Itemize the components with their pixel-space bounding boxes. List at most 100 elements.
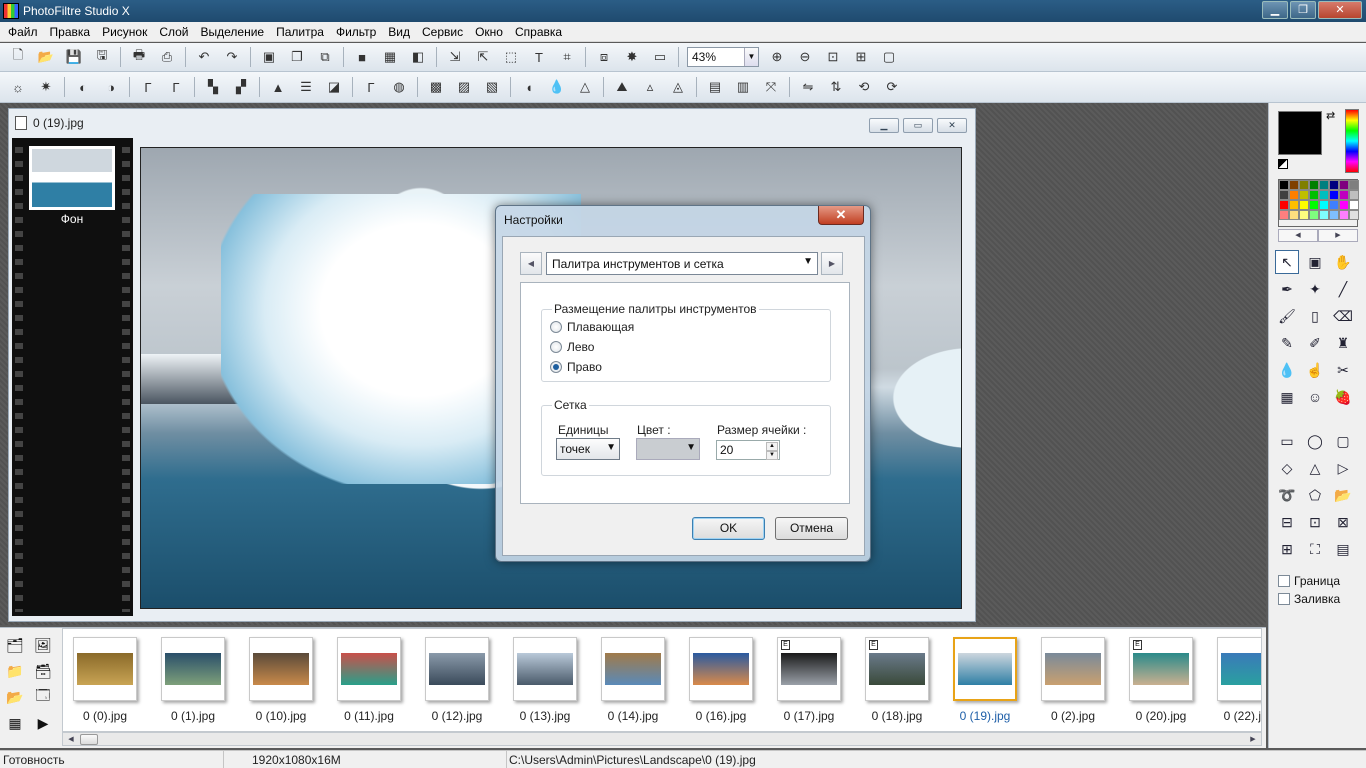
line-icon[interactable]: ╱: [1331, 277, 1355, 301]
invert-icon[interactable]: ◧: [407, 46, 429, 68]
border-option[interactable]: Граница: [1278, 574, 1340, 588]
prev-section-button[interactable]: ◀: [520, 252, 542, 275]
pattern-2-icon[interactable]: ▨: [453, 76, 475, 98]
crop-frame-icon[interactable]: ⛶: [1303, 537, 1327, 561]
fit-height-icon[interactable]: ⊞: [1275, 537, 1299, 561]
radio-left[interactable]: Лево: [550, 340, 594, 354]
sharpen-icon[interactable]: △: [574, 76, 596, 98]
doc-close-button[interactable]: ✕: [937, 118, 967, 133]
transform-icon[interactable]: ⤧: [760, 76, 782, 98]
saturation-minus-icon[interactable]: ▚: [202, 76, 224, 98]
thumbnail-card[interactable]: [161, 637, 225, 701]
stamp-icon[interactable]: ♜: [1331, 331, 1355, 355]
grayscale-icon[interactable]: ■: [351, 46, 373, 68]
threshold-icon[interactable]: ◪: [323, 76, 345, 98]
palette-prev-button[interactable]: ◀: [1278, 229, 1318, 242]
pattern-1-icon[interactable]: ▩: [425, 76, 447, 98]
color-swatch[interactable]: [1349, 180, 1359, 190]
fill-checkbox[interactable]: [1278, 593, 1290, 605]
color-swatch[interactable]: [1349, 210, 1359, 220]
thumbnail-card[interactable]: [513, 637, 577, 701]
color-swatch[interactable]: [1289, 180, 1299, 190]
color-swatch[interactable]: [1289, 200, 1299, 210]
gamma-plus-icon[interactable]: Γ: [165, 76, 187, 98]
reset-colors-icon[interactable]: [1278, 159, 1288, 169]
open-image-icon[interactable]: 🖼: [32, 634, 54, 656]
color-swatch[interactable]: [1299, 210, 1309, 220]
portrait-icon[interactable]: ☺: [1303, 385, 1327, 409]
layers-icon[interactable]: ⧈: [593, 46, 615, 68]
stepper-down-button[interactable]: ▼: [766, 451, 778, 460]
copy-icon[interactable]: ❐: [286, 46, 308, 68]
menu-tools[interactable]: Сервис: [416, 25, 469, 39]
save-as-icon[interactable]: 🖫: [91, 46, 113, 68]
color-swatch[interactable]: [1279, 180, 1289, 190]
radio-button-selected[interactable]: [550, 361, 562, 373]
image-size-icon[interactable]: ⇲: [444, 46, 466, 68]
canvas-size-icon[interactable]: ⇱: [472, 46, 494, 68]
hand-icon[interactable]: ✋: [1331, 250, 1355, 274]
color-swatch[interactable]: [1329, 200, 1339, 210]
color-swatch[interactable]: [1339, 200, 1349, 210]
ok-button[interactable]: OK: [692, 517, 765, 540]
fill-option[interactable]: Заливка: [1278, 592, 1340, 606]
blur-icon[interactable]: 💧: [546, 76, 568, 98]
radio-button[interactable]: [550, 321, 562, 333]
chevron-down-icon[interactable]: ▼: [744, 48, 758, 66]
color-swatch[interactable]: [1299, 190, 1309, 200]
border-checkbox[interactable]: [1278, 575, 1290, 587]
cell-size-stepper[interactable]: 20 ▲ ▼: [716, 440, 780, 460]
thumbnail-card[interactable]: [337, 637, 401, 701]
flip-vertical-icon[interactable]: ⇅: [825, 76, 847, 98]
new-file-icon[interactable]: 🗋: [7, 46, 29, 68]
ratio-32-icon[interactable]: ⊠: [1331, 510, 1355, 534]
triangle-right-icon[interactable]: ▷: [1331, 456, 1355, 480]
pattern-3-icon[interactable]: ▧: [481, 76, 503, 98]
saturation-plus-icon[interactable]: ▞: [230, 76, 252, 98]
menu-palette[interactable]: Палитра: [270, 25, 330, 39]
color-picker-icon[interactable]: ✒: [1275, 277, 1299, 301]
actual-size-icon[interactable]: ⊡: [822, 46, 844, 68]
thumbnail-card[interactable]: E: [865, 637, 929, 701]
text-icon[interactable]: T: [528, 46, 550, 68]
menu-view[interactable]: Вид: [382, 25, 416, 39]
window-frame-icon[interactable]: ▤: [1331, 537, 1355, 561]
color-spectrum[interactable]: [1345, 109, 1359, 173]
units-select[interactable]: точек ▼: [556, 438, 620, 460]
color-swatch[interactable]: [1299, 200, 1309, 210]
color-swatch[interactable]: [1339, 210, 1349, 220]
menu-edit[interactable]: Правка: [44, 25, 97, 39]
menu-filter[interactable]: Фильтр: [330, 25, 382, 39]
paste-icon[interactable]: ▣: [258, 46, 280, 68]
color-swatch[interactable]: [1309, 180, 1319, 190]
folder-open-icon[interactable]: 📁: [4, 660, 26, 682]
doc-maximize-button[interactable]: ▭: [903, 118, 933, 133]
eraser-icon[interactable]: ⌫: [1331, 304, 1355, 328]
folder-icon[interactable]: 📂: [4, 686, 26, 708]
color-swatch[interactable]: [1319, 190, 1329, 200]
close-window-button[interactable]: ✕: [1318, 1, 1362, 19]
doc-minimize-button[interactable]: ▁: [869, 118, 899, 133]
fill-icon[interactable]: 🖌: [1275, 304, 1299, 328]
thumbnail-card[interactable]: [689, 637, 753, 701]
dialog-close-button[interactable]: ✕: [818, 206, 864, 225]
full-screen-icon[interactable]: ▢: [878, 46, 900, 68]
color-swatch[interactable]: [1279, 190, 1289, 200]
folder-tree-icon[interactable]: 🗂: [4, 634, 26, 656]
color-swatch[interactable]: [1329, 180, 1339, 190]
menu-file[interactable]: Файл: [2, 25, 44, 39]
mesh-icon[interactable]: ▦: [1275, 385, 1299, 409]
rotate-right-icon[interactable]: ⟳: [881, 76, 903, 98]
zoom-select[interactable]: 43% ▼: [687, 47, 759, 67]
flip-horizontal-icon[interactable]: ⇋: [797, 76, 819, 98]
brush-icon[interactable]: ✎: [1275, 331, 1299, 355]
fit-icon[interactable]: ⌗: [556, 46, 578, 68]
maximize-button[interactable]: ❐: [1290, 1, 1316, 19]
lasso-icon[interactable]: ➰: [1275, 483, 1299, 507]
sharpen-more-icon[interactable]: ▵: [639, 76, 661, 98]
radio-button[interactable]: [550, 341, 562, 353]
diamond-icon[interactable]: ◇: [1275, 456, 1299, 480]
next-section-button[interactable]: ▶: [821, 252, 843, 275]
color-swatch[interactable]: [1349, 200, 1359, 210]
minimize-button[interactable]: ▁: [1262, 1, 1288, 19]
